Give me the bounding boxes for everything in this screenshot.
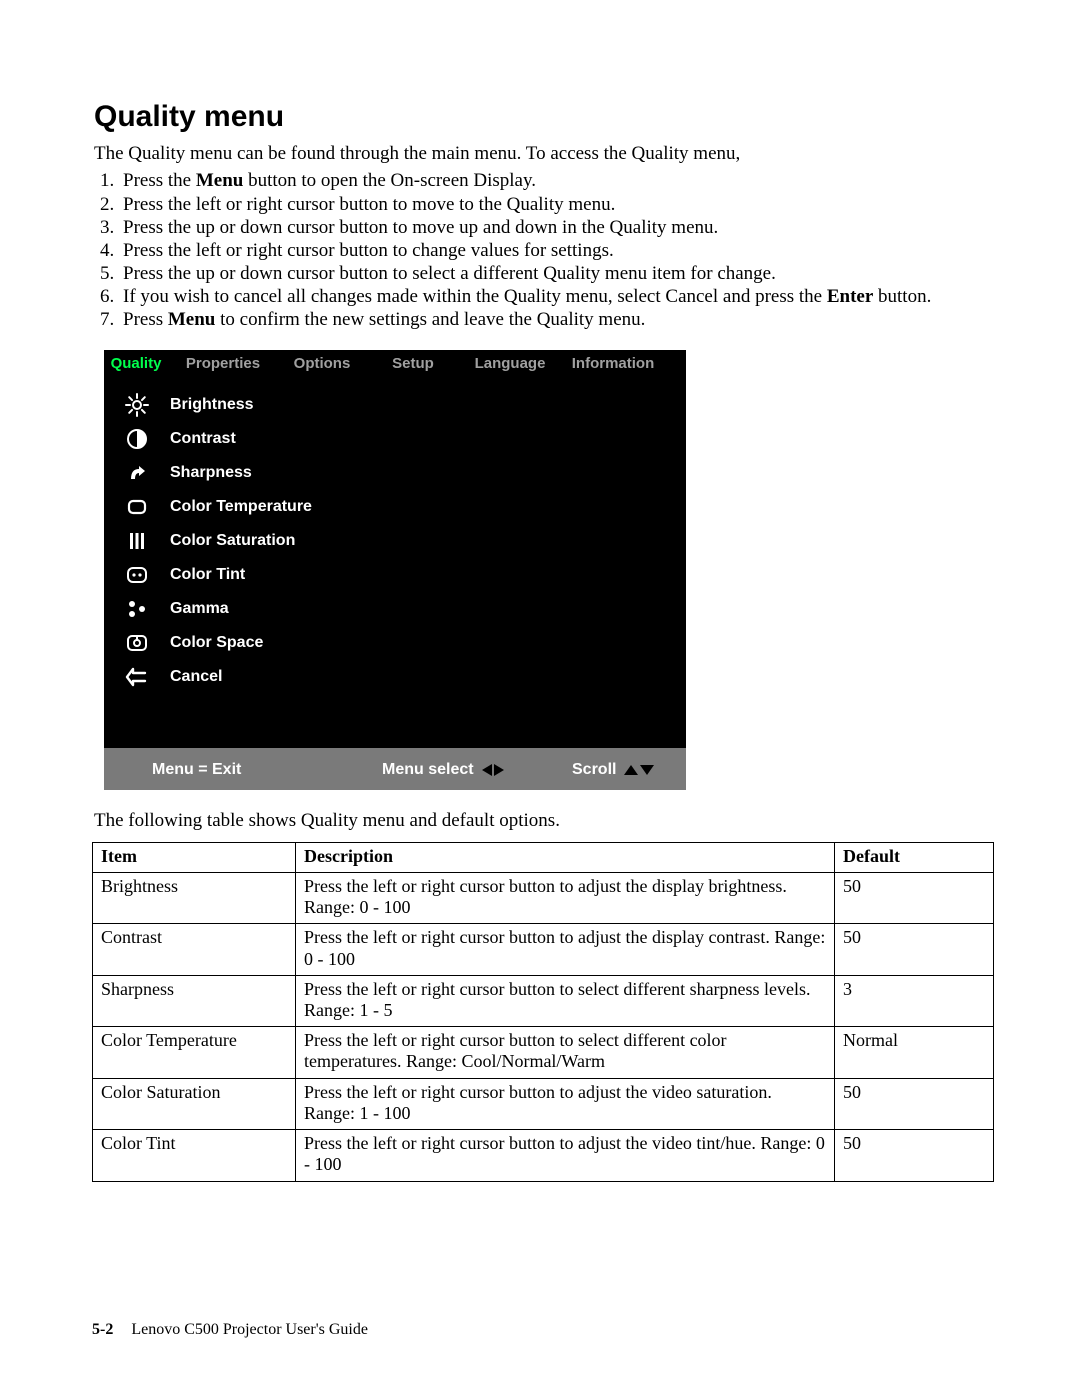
colorspace-icon [104,631,170,655]
osd-item-sharpness[interactable]: Sharpness [104,456,686,490]
osd-item-label: Color Saturation [170,532,295,550]
osd-item-label: Color Tint [170,566,245,584]
osd-item-color-saturation[interactable]: Color Saturation [104,524,686,558]
table-row: Color TintPress the left or right cursor… [93,1130,994,1181]
cell-item: Color Tint [93,1130,296,1181]
doc-title: Lenovo C500 Projector User's Guide [131,1321,368,1338]
document-page: Quality menu The Quality menu can be fou… [0,0,1080,1397]
osd-tab-language[interactable]: Language [460,355,560,372]
cell-desc: Press the left or right cursor button to… [296,924,835,975]
osd-footer-select: Menu select [382,761,572,779]
saturation-icon [104,529,170,553]
cell-default: 50 [835,1078,994,1129]
step-item: If you wish to cancel all changes made w… [119,285,996,308]
brightness-icon [104,393,170,417]
th-def: Default [835,842,994,872]
cell-item: Contrast [93,924,296,975]
cell-desc: Press the left or right cursor button to… [296,1078,835,1129]
page-footer: 5-2 Lenovo C500 Projector User's Guide [92,1321,368,1339]
step-item: Press the up or down cursor button to mo… [119,216,996,239]
cell-default: Normal [835,1027,994,1078]
left-right-icon [482,764,504,776]
osd-item-color-temperature[interactable]: Color Temperature [104,490,686,524]
up-down-icon [624,765,654,775]
intro-text: The Quality menu can be found through th… [94,142,996,165]
osd-footer-scroll: Scroll [572,761,654,779]
osd-item-contrast[interactable]: Contrast [104,422,686,456]
osd-footer: Menu = Exit Menu select Scroll [104,750,686,790]
osd-item-color-space[interactable]: Color Space [104,626,686,660]
cell-default: 50 [835,872,994,923]
cell-item: Brightness [93,872,296,923]
table-intro: The following table shows Quality menu a… [94,810,996,832]
step-item: Press the Menu button to open the On-scr… [119,169,996,192]
table-header-row: Item Description Default [93,842,994,872]
osd-item-brightness[interactable]: Brightness [104,388,686,422]
cell-desc: Press the left or right cursor button to… [296,1027,835,1078]
osd-item-label: Sharpness [170,464,252,482]
step-item: Press the left or right cursor button to… [119,239,996,262]
options-table: Item Description Default BrightnessPress… [92,842,994,1182]
tint-icon [104,563,170,587]
table-row: Color SaturationPress the left or right … [93,1078,994,1129]
cell-item: Color Saturation [93,1078,296,1129]
osd-body: Brightness Contrast Sharpness Color Tempera… [104,378,686,728]
osd-tab-properties[interactable]: Properties [168,355,278,372]
sharpness-icon [104,461,170,485]
osd-item-label: Color Space [170,634,263,652]
page-number: 5-2 [92,1321,113,1338]
osd-tab-setup[interactable]: Setup [366,355,460,372]
osd-item-color-tint[interactable]: Color Tint [104,558,686,592]
osd-tabs: QualityPropertiesOptionsSetupLanguageInf… [104,350,686,378]
cell-desc: Press the left or right cursor button to… [296,872,835,923]
osd-screenshot: QualityPropertiesOptionsSetupLanguageInf… [104,350,686,790]
table-row: BrightnessPress the left or right cursor… [93,872,994,923]
osd-tab-options[interactable]: Options [278,355,366,372]
cell-default: 50 [835,924,994,975]
table-row: ContrastPress the left or right cursor b… [93,924,994,975]
th-item: Item [93,842,296,872]
osd-item-label: Brightness [170,396,254,414]
osd-item-label: Color Temperature [170,498,312,516]
cell-desc: Press the left or right cursor button to… [296,975,835,1026]
cell-default: 3 [835,975,994,1026]
table-row: SharpnessPress the left or right cursor … [93,975,994,1026]
osd-footer-scroll-label: Scroll [572,761,616,779]
osd-item-cancel[interactable]: Cancel [104,660,686,694]
cell-item: Color Temperature [93,1027,296,1078]
step-item: Press Menu to confirm the new settings a… [119,308,996,331]
page-title: Quality menu [94,100,996,134]
step-item: Press the up or down cursor button to se… [119,262,996,285]
colortemp-icon [104,495,170,519]
steps-list: Press the Menu button to open the On-scr… [94,169,996,331]
cell-desc: Press the left or right cursor button to… [296,1130,835,1181]
table-row: Color TemperaturePress the left or right… [93,1027,994,1078]
cancel-icon [104,665,170,689]
step-item: Press the left or right cursor button to… [119,193,996,216]
contrast-icon [104,427,170,451]
osd-footer-exit: Menu = Exit [104,761,382,779]
osd-tab-information[interactable]: Information [560,355,666,372]
cell-default: 50 [835,1130,994,1181]
osd-item-label: Gamma [170,600,229,618]
osd-footer-select-label: Menu select [382,761,474,779]
gamma-icon [104,597,170,621]
osd-item-label: Cancel [170,668,222,686]
osd-tab-quality[interactable]: Quality [104,355,168,372]
osd-item-gamma[interactable]: Gamma [104,592,686,626]
cell-item: Sharpness [93,975,296,1026]
th-desc: Description [296,842,835,872]
osd-item-label: Contrast [170,430,236,448]
